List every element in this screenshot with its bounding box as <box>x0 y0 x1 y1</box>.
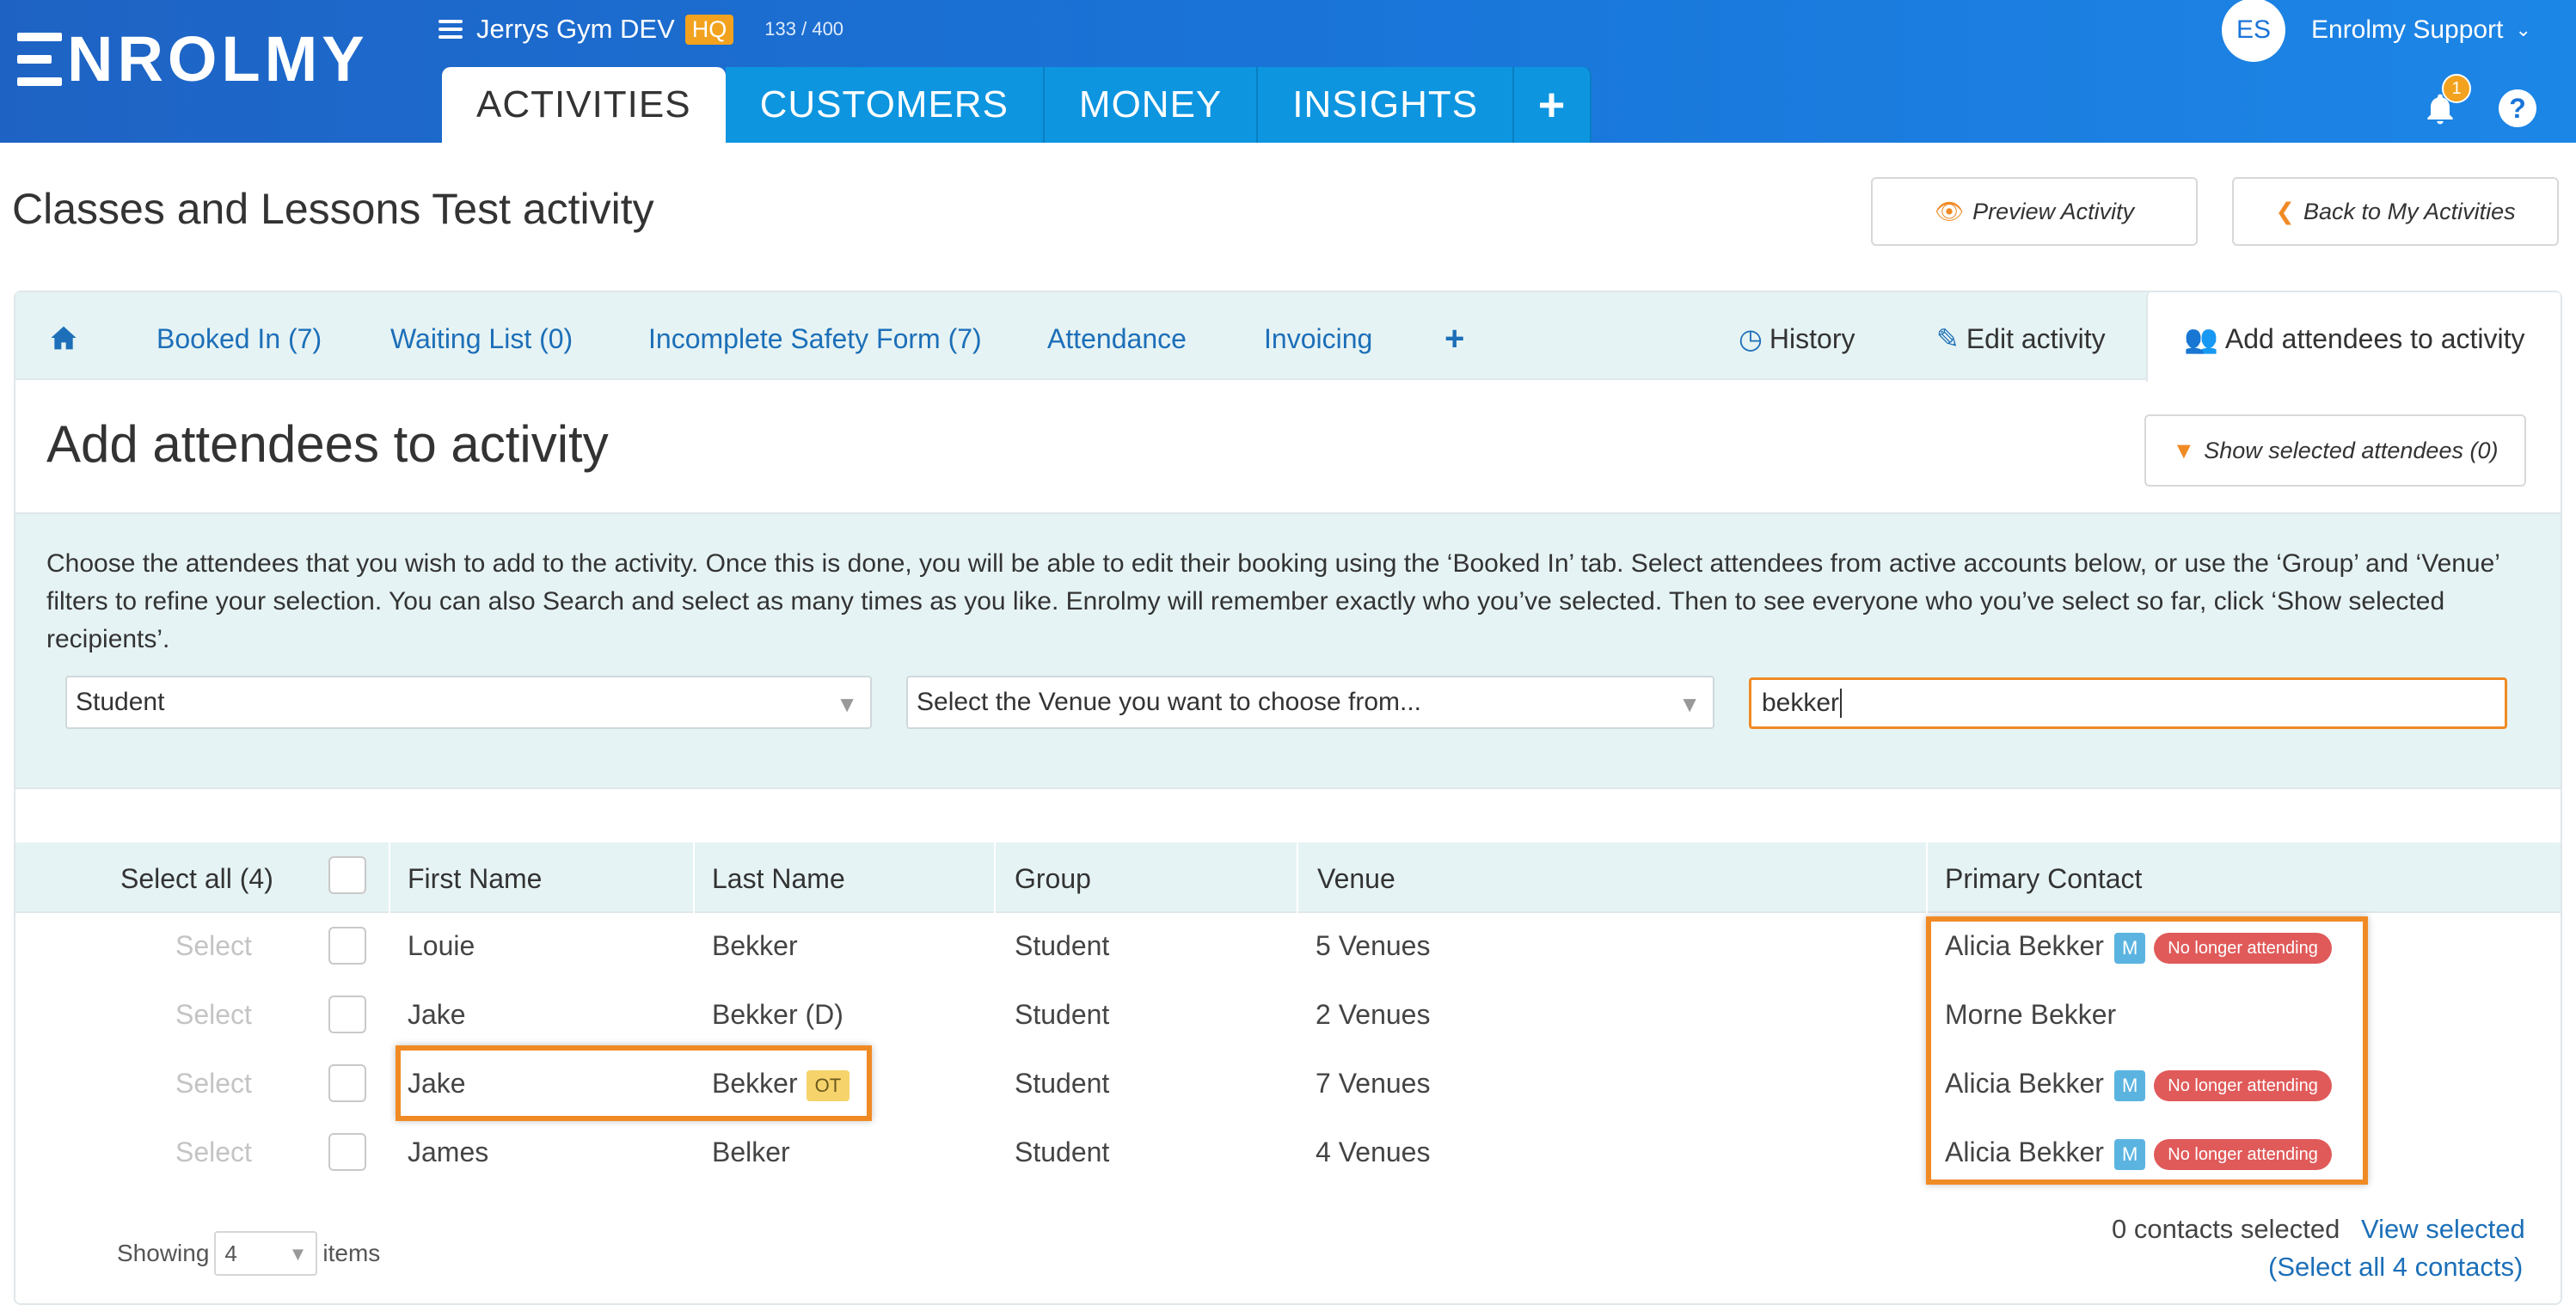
venue-cell[interactable]: 5 Venues <box>1316 927 1430 965</box>
nav-tab-customers[interactable]: CUSTOMERS <box>725 67 1045 143</box>
column-divider <box>389 842 390 913</box>
group-cell: Student <box>1015 1137 1110 1167</box>
tab-booked-in[interactable]: Booked In (7) <box>156 320 322 358</box>
column-last-name[interactable]: Last Name <box>712 861 845 896</box>
select-all-label[interactable]: Select all (4) <box>120 861 273 896</box>
hq-badge: HQ <box>684 14 734 45</box>
row-select-label[interactable]: Select <box>175 1133 252 1171</box>
last-name-cell: Belker <box>712 1137 790 1167</box>
group-select[interactable]: Student ▼ <box>65 676 872 729</box>
text-cursor <box>1840 689 1843 718</box>
venue-cell[interactable]: 2 Venues <box>1316 996 1430 1033</box>
show-selected-attendees-button[interactable]: ▼ Show selected attendees (0) <box>2144 414 2526 487</box>
chevron-left-icon: ❮ <box>2275 198 2296 224</box>
menu-icon[interactable] <box>439 20 463 39</box>
view-selected-link[interactable]: View selected <box>2361 1214 2525 1244</box>
home-icon[interactable] <box>50 325 77 351</box>
enrolmy-logo[interactable]: NROLMY <box>17 28 369 91</box>
funnel-icon: ▼ <box>2172 437 2196 463</box>
tab-history[interactable]: ◷ History <box>1739 320 1855 358</box>
help-icon[interactable]: ? <box>2499 89 2536 127</box>
row-checkbox[interactable] <box>328 1064 366 1102</box>
contacts-selected-info: 0 contacts selected View selected <box>2112 1214 2525 1244</box>
row-select-label[interactable]: Select <box>175 996 252 1033</box>
nav-tab-insights[interactable]: INSIGHTS <box>1258 67 1515 143</box>
tab-incomplete-safety-form[interactable]: Incomplete Safety Form (7) <box>648 320 982 358</box>
column-group[interactable]: Group <box>1015 861 1091 896</box>
clock-icon: ◷ <box>1739 323 1763 354</box>
venue-cell[interactable]: 4 Venues <box>1316 1133 1430 1171</box>
venue-cell[interactable]: 7 Venues <box>1316 1064 1430 1102</box>
column-divider <box>994 842 996 913</box>
venue-select[interactable]: Select the Venue you want to choose from… <box>906 676 1714 729</box>
row-checkbox[interactable] <box>328 996 366 1033</box>
tab-attendance[interactable]: Attendance <box>1047 320 1187 358</box>
avatar[interactable]: ES <box>2222 0 2285 62</box>
nav-tab-money[interactable]: MONEY <box>1044 67 1259 143</box>
highlight-box-primary-contacts <box>1926 916 2368 1185</box>
logo-e-mark <box>17 33 62 86</box>
tab-add-button[interactable]: + <box>1444 320 1464 358</box>
group-cell: Student <box>1015 1068 1110 1099</box>
column-divider <box>1297 842 1298 913</box>
eye-icon: 👁 <box>1934 199 1965 224</box>
user-name[interactable]: Enrolmy Support <box>2311 15 2503 45</box>
users-icon: 👥 <box>2184 323 2218 354</box>
row-select-label[interactable]: Select <box>175 1064 252 1102</box>
first-name-cell: Jake <box>408 999 466 1030</box>
select-all-contacts-link[interactable]: (Select all 4 contacts) <box>2268 1252 2523 1283</box>
column-venue[interactable]: Venue <box>1317 861 1395 896</box>
pencil-icon: ✎ <box>1936 323 1960 354</box>
row-checkbox[interactable] <box>328 927 366 965</box>
preview-activity-button[interactable]: 👁 Preview Activity <box>1871 177 2198 246</box>
main-nav: ACTIVITIES CUSTOMERS MONEY INSIGHTS + <box>442 67 1592 143</box>
last-name-cell: Bekker (D) <box>712 999 843 1030</box>
select-all-checkbox[interactable] <box>328 856 366 894</box>
row-select-label[interactable]: Select <box>175 927 252 965</box>
first-name-cell: James <box>408 1137 489 1167</box>
account-name[interactable]: Jerrys Gym DEV <box>476 14 675 45</box>
row-checkbox[interactable] <box>328 1133 366 1171</box>
section-title: Add attendees to activity <box>46 415 609 473</box>
tab-waiting-list[interactable]: Waiting List (0) <box>390 320 573 358</box>
tab-invoicing[interactable]: Invoicing <box>1264 320 1372 358</box>
chevron-down-icon: ▼ <box>288 1243 308 1265</box>
page-size-control: Showing 4 ▼ items <box>117 1231 380 1276</box>
back-to-activities-button[interactable]: ❮ Back to My Activities <box>2232 177 2559 246</box>
search-input[interactable]: bekker <box>1749 677 2507 729</box>
user-menu[interactable]: ES Enrolmy Support ⌄ <box>2222 0 2531 62</box>
column-divider <box>693 842 695 913</box>
notification-badge: 1 <box>2442 74 2471 103</box>
group-cell: Student <box>1015 999 1110 1030</box>
table-header <box>15 842 2561 913</box>
chevron-down-icon[interactable]: ⌄ <box>2515 19 2530 41</box>
first-name-cell: Louie <box>408 930 475 961</box>
nav-tab-activities[interactable]: ACTIVITIES <box>442 67 726 143</box>
account-switcher[interactable]: Jerrys Gym DEV HQ 133 / 400 <box>439 12 843 46</box>
page-size-select[interactable]: 4 ▼ <box>214 1231 318 1276</box>
account-count: 133 / 400 <box>764 18 844 40</box>
column-divider <box>1926 842 1928 913</box>
chevron-down-icon: ▼ <box>836 691 858 717</box>
chevron-down-icon: ▼ <box>1678 691 1701 717</box>
column-primary-contact[interactable]: Primary Contact <box>1945 861 2142 896</box>
last-name-cell: Bekker <box>712 930 798 961</box>
page-title: Classes and Lessons Test activity <box>12 185 654 233</box>
tab-edit-activity[interactable]: ✎ Edit activity <box>1936 320 2106 358</box>
tab-add-attendees[interactable]: 👥 Add attendees to activity <box>2184 320 2525 358</box>
instructions-text: Choose the attendees that you wish to ad… <box>46 549 2499 653</box>
highlight-box-ot-row <box>396 1045 872 1121</box>
group-cell: Student <box>1015 930 1110 961</box>
column-first-name[interactable]: First Name <box>408 861 542 896</box>
nav-add-button[interactable]: + <box>1514 67 1592 143</box>
